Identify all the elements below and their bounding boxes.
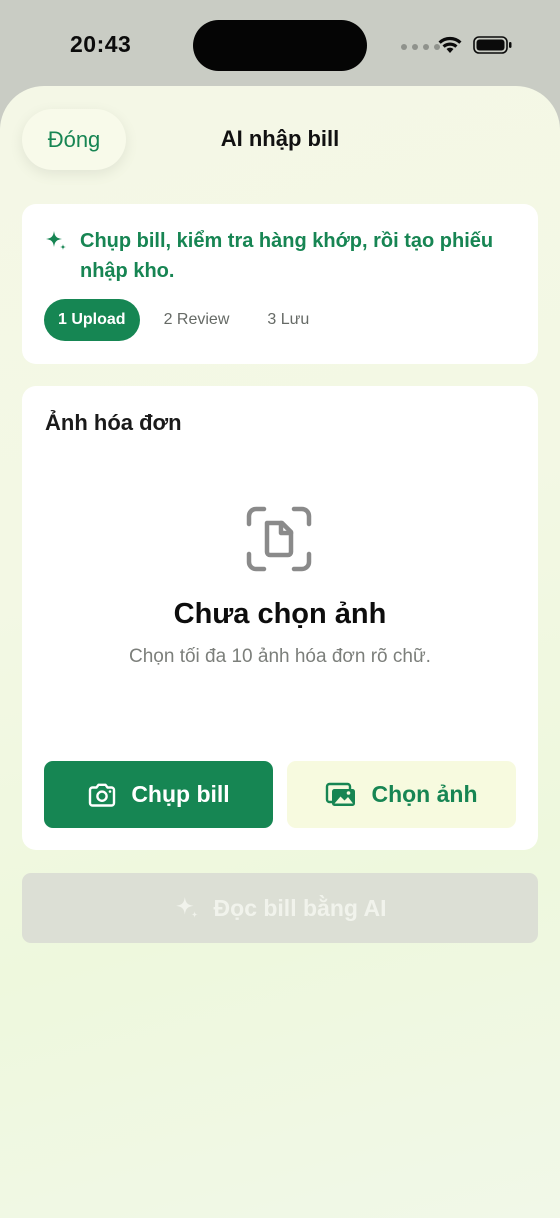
dynamic-island <box>193 20 367 71</box>
wifi-icon <box>438 36 462 53</box>
status-time: 20:43 <box>70 31 132 57</box>
modal-sheet: Đóng AI nhập bill Chụp bill, kiểm tra hà… <box>0 86 560 1218</box>
intro-text: Chụp bill, kiểm tra hàng khớp, rồi tạo p… <box>80 230 494 282</box>
photo-library-icon <box>326 782 356 806</box>
empty-state-title: Chưa chọn ảnh <box>173 598 387 630</box>
read-bill-ai-label: Đọc bill bằng AI <box>213 894 387 921</box>
capture-bill-button[interactable]: Chụp bill <box>44 761 273 828</box>
intro-row: Chụp bill, kiểm tra hàng khớp, rồi tạo p… <box>44 226 518 286</box>
step-review[interactable]: 2 Review <box>150 299 244 341</box>
read-bill-ai-button[interactable]: Đọc bill bằng AI <box>22 873 538 943</box>
pick-photo-label: Chọn ảnh <box>371 781 478 807</box>
cellular-signal-icon <box>401 44 440 50</box>
pick-photo-button[interactable]: Chọn ảnh <box>287 761 516 828</box>
battery-icon <box>473 36 512 54</box>
step-indicator: 1 Upload 2 Review 3 Lưu <box>44 299 323 341</box>
intro-card: Chụp bill, kiểm tra hàng khớp, rồi tạo p… <box>22 204 538 364</box>
camera-icon <box>89 783 116 807</box>
sparkle-icon <box>175 897 198 918</box>
upload-heading: Ảnh hóa đơn <box>45 410 182 435</box>
sparkle-icon <box>46 231 66 250</box>
status-bar: 20:43 <box>0 0 560 88</box>
upload-card: Ảnh hóa đơn Chưa chọn ảnh Chọn tối đa 10… <box>22 386 538 850</box>
page-title: AI nhập bill <box>220 126 340 151</box>
document-scan-icon <box>246 506 312 572</box>
step-save[interactable]: 3 Lưu <box>253 299 323 341</box>
capture-bill-label: Chụp bill <box>131 781 230 807</box>
step-upload[interactable]: 1 Upload <box>44 299 140 341</box>
empty-state-subtitle: Chọn tối đa 10 ảnh hóa đơn rõ chữ. <box>129 646 431 667</box>
